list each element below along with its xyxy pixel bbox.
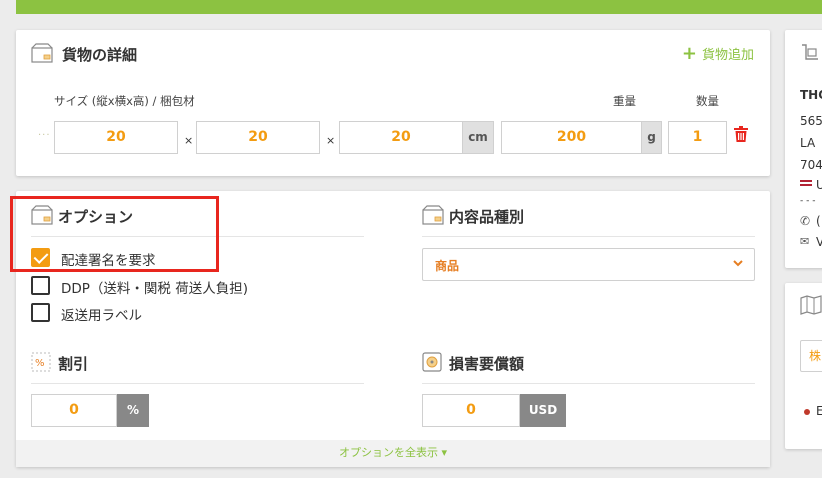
mail-icon: ✉ xyxy=(800,235,810,248)
contents-title: 内容品種別 xyxy=(449,208,525,226)
address-line-1: 565 xyxy=(800,114,822,128)
address-line-3: 704 xyxy=(800,158,822,172)
options-title: オプション xyxy=(58,208,134,226)
size-label: サイズ (縦x横x高) / 梱包材 xyxy=(54,94,195,108)
cart-icon xyxy=(802,44,818,60)
map-select[interactable]: 株 xyxy=(800,340,822,372)
recipient-name: THO xyxy=(800,88,822,102)
cargo-title: 貨物の詳細 xyxy=(62,46,138,64)
insurance-divider xyxy=(422,383,755,384)
map-card: 株 E xyxy=(785,283,822,449)
discount-input[interactable]: 0 xyxy=(31,394,117,427)
contents-select[interactable]: 商品 xyxy=(422,248,755,281)
map-icon xyxy=(800,295,822,315)
ddp-label: DDP（送料・関税 荷送人負担) xyxy=(61,281,248,297)
insurance-input[interactable]: 0 xyxy=(422,394,520,427)
phone-icon: ✆ xyxy=(800,214,811,228)
signature-checkbox[interactable] xyxy=(31,248,50,267)
box-icon xyxy=(31,43,53,63)
trash-icon[interactable] xyxy=(734,126,748,142)
status-dot-icon xyxy=(804,409,810,415)
options-card: オプション 配達署名を要求 DDP（送料・関税 荷送人負担) 返送用ラベル 内容… xyxy=(16,191,770,467)
weight-label: 重量 xyxy=(613,94,636,108)
discount-divider xyxy=(31,383,364,384)
width-input[interactable]: 20 xyxy=(196,121,320,154)
ddp-checkbox[interactable] xyxy=(31,276,50,295)
chevron-down-icon xyxy=(733,260,743,267)
quantity-label: 数量 xyxy=(696,94,719,108)
svg-text:%: % xyxy=(35,358,45,369)
contents-selected-value: 商品 xyxy=(435,259,460,273)
country: U xyxy=(816,178,822,192)
safe-icon xyxy=(422,352,442,372)
percent-icon: % xyxy=(31,352,51,372)
signature-label: 配達署名を要求 xyxy=(61,253,156,269)
options-divider xyxy=(31,236,364,237)
contents-divider xyxy=(422,236,755,237)
discount-unit: % xyxy=(117,394,149,427)
insurance-title: 損害要償額 xyxy=(449,355,525,373)
address-line-2: LA xyxy=(800,136,816,150)
box-icon xyxy=(31,205,53,225)
address-card: THO 565 LA 704 U - - - ✆ ( ✉ V xyxy=(785,30,822,268)
dimension-unit: cm xyxy=(462,121,494,154)
add-cargo-link[interactable]: + 貨物追加 xyxy=(682,44,754,63)
email-value: V xyxy=(816,235,822,249)
insurance-unit: USD xyxy=(520,394,566,427)
height-input[interactable]: 20 xyxy=(339,121,463,154)
times-sign: × xyxy=(184,134,194,147)
length-input[interactable]: 20 xyxy=(54,121,178,154)
top-bar xyxy=(16,0,822,14)
map-item-label: E xyxy=(816,404,822,418)
cargo-details-card: 貨物の詳細 + 貨物追加 サイズ (縦x横x高) / 梱包材 重量 数量 ···… xyxy=(16,30,770,176)
separator: - - - xyxy=(800,196,816,206)
phone-value: ( xyxy=(816,214,821,228)
add-cargo-label: 貨物追加 xyxy=(701,48,754,63)
plus-icon: + xyxy=(681,42,697,64)
show-all-options-button[interactable]: オプションを全表示 ▾ xyxy=(16,440,770,467)
weight-unit: g xyxy=(641,121,662,154)
return-label-label: 返送用ラベル xyxy=(61,308,142,324)
quantity-input[interactable]: 1 xyxy=(668,121,727,154)
times-sign: × xyxy=(326,134,336,147)
discount-title: 割引 xyxy=(58,355,89,373)
return-label-checkbox[interactable] xyxy=(31,303,50,322)
drag-handle-icon[interactable]: ··· xyxy=(38,130,51,141)
box-icon xyxy=(422,205,444,225)
weight-input[interactable]: 200 xyxy=(501,121,642,154)
us-flag-icon xyxy=(800,180,812,188)
